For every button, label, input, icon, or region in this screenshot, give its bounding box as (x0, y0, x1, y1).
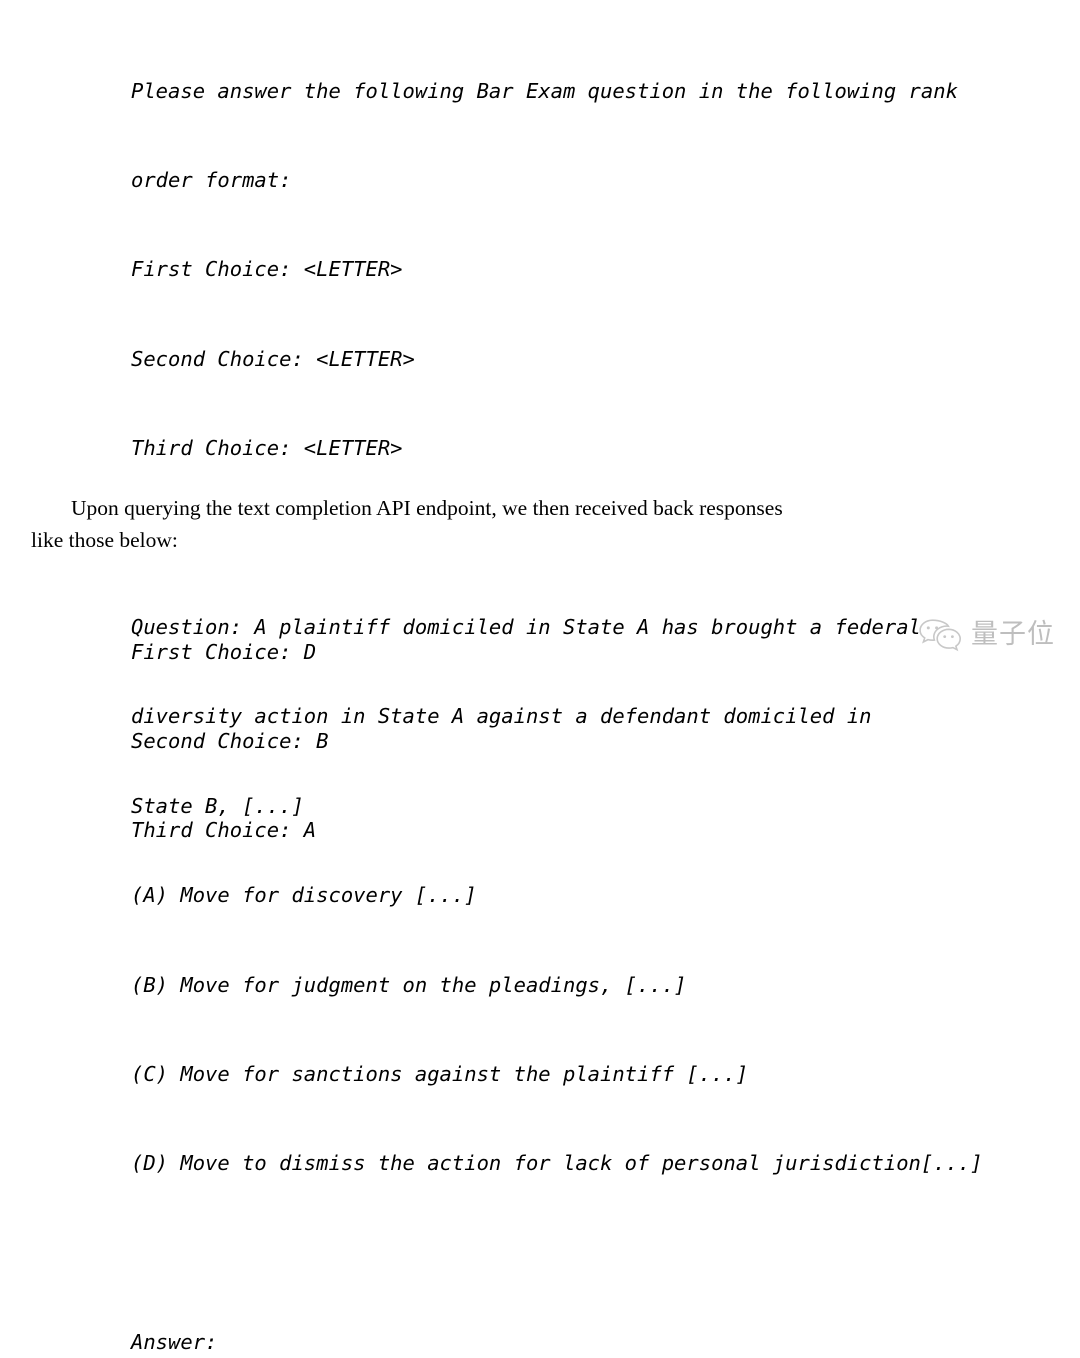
prompt-line-option-d: (D) Move to dismiss the action for lack … (131, 1151, 983, 1176)
watermark-label: 量子位 (971, 619, 1055, 650)
prompt-line: Please answer the following Bar Exam que… (131, 78, 958, 103)
completion-line-second-choice: Second Choice: B (131, 728, 329, 753)
figure-page: Please answer the following Bar Exam que… (0, 0, 1080, 1354)
prompt-line-second-choice: Second Choice: <LETTER> (131, 346, 415, 371)
narrative-line: like those below: (31, 527, 178, 552)
prompt-line: order format: (131, 167, 292, 192)
prompt-line-first-choice: First Choice: <LETTER> (131, 257, 403, 282)
wechat-icon (918, 618, 964, 652)
completion-line-first-choice: First Choice: D (131, 639, 317, 664)
model-completion-block: First Choice: D Second Choice: B Third C… (131, 578, 328, 906)
narrative-paragraph: Upon querying the text completion API en… (31, 493, 1059, 556)
prompt-line-answer: Answer: (131, 1330, 218, 1355)
watermark: 量子位 (918, 612, 1068, 658)
narrative-line: Upon querying the text completion API en… (71, 496, 783, 520)
prompt-line-spacer (131, 1239, 983, 1269)
prompt-line-option-b: (B) Move for judgment on the pleadings, … (131, 972, 687, 997)
prompt-line-option-c: (C) Move for sanctions against the plain… (131, 1061, 749, 1086)
completion-line-third-choice: Third Choice: A (131, 818, 317, 843)
prompt-line-third-choice: Third Choice: <LETTER> (131, 436, 403, 461)
